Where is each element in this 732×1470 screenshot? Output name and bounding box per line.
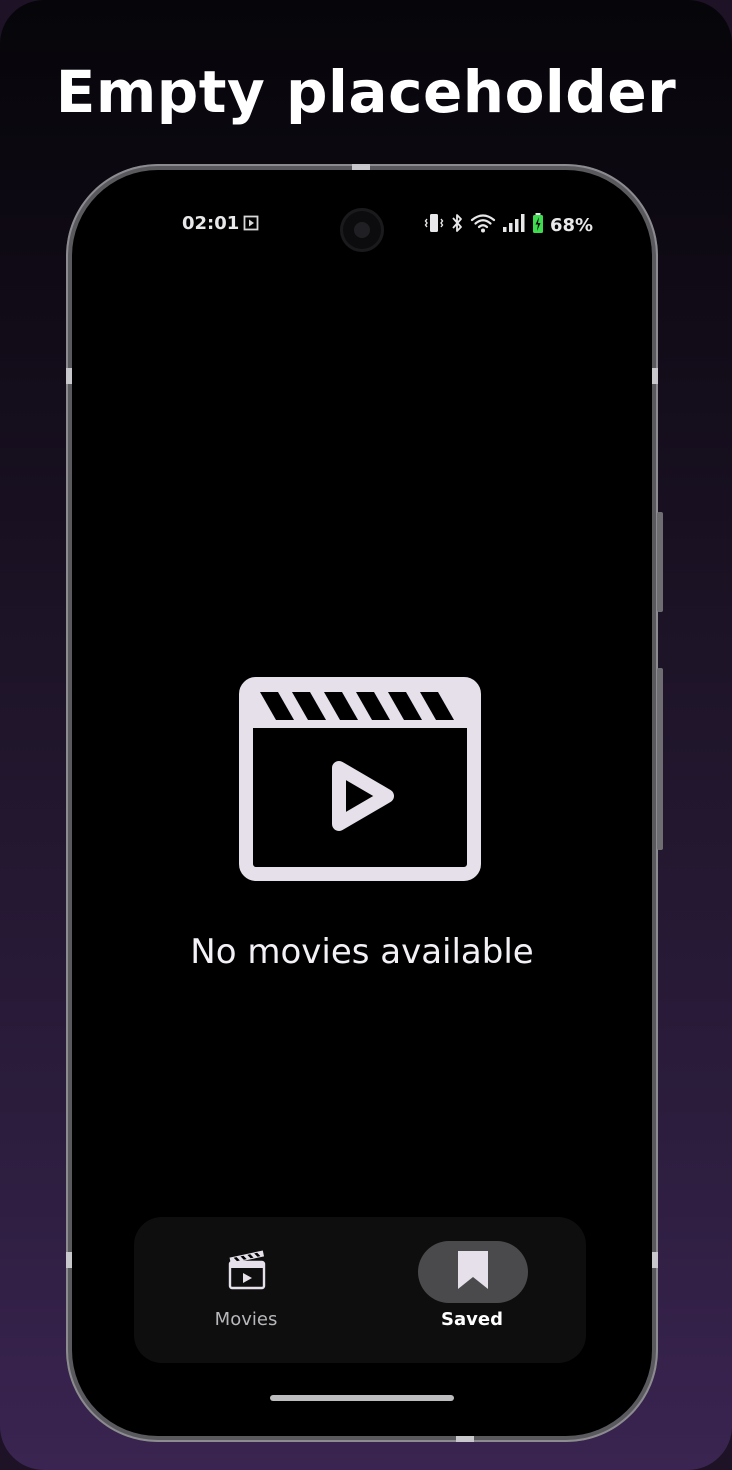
- nav-item-saved[interactable]: Saved: [382, 1217, 562, 1363]
- nav-icon-container: [192, 1241, 302, 1303]
- home-indicator[interactable]: [270, 1395, 454, 1401]
- media-icon: [243, 215, 259, 235]
- battery-charging-icon: [532, 212, 544, 238]
- signal-icon: [502, 212, 526, 238]
- phone-antenna-band: [652, 1252, 658, 1268]
- battery-percent: 68%: [550, 214, 594, 236]
- vibrate-icon: [424, 212, 444, 238]
- wifi-icon: [470, 212, 496, 238]
- status-icons: 68%: [424, 212, 593, 238]
- clapperboard-icon: [227, 1250, 267, 1294]
- phone-antenna-band: [456, 1436, 474, 1442]
- phone-side-button-upper: [657, 512, 663, 612]
- promo-headline: Empty placeholder: [55, 58, 677, 126]
- nav-label-movies: Movies: [214, 1309, 278, 1330]
- front-camera: [340, 208, 384, 252]
- nav-icon-container-selected: [418, 1241, 528, 1303]
- status-time: 02:01: [182, 213, 240, 234]
- nav-label-saved: Saved: [441, 1309, 503, 1330]
- bookmark-icon: [455, 1249, 491, 1295]
- nav-item-movies[interactable]: Movies: [156, 1217, 336, 1363]
- empty-state-message: No movies available: [190, 932, 534, 972]
- status-bar: 02:01 68%: [72, 208, 652, 252]
- phone-side-button-lower: [657, 668, 663, 850]
- phone-antenna-band: [652, 368, 658, 384]
- promo-canvas: Empty placeholder 02:01 68% No movies av…: [0, 0, 732, 1470]
- phone-screen: 02:01 68% No movies available Movies Sav…: [72, 170, 652, 1436]
- bottom-navigation: Movies Saved: [134, 1217, 586, 1363]
- bluetooth-icon: [450, 212, 464, 238]
- clapperboard-play-icon: [238, 676, 482, 886]
